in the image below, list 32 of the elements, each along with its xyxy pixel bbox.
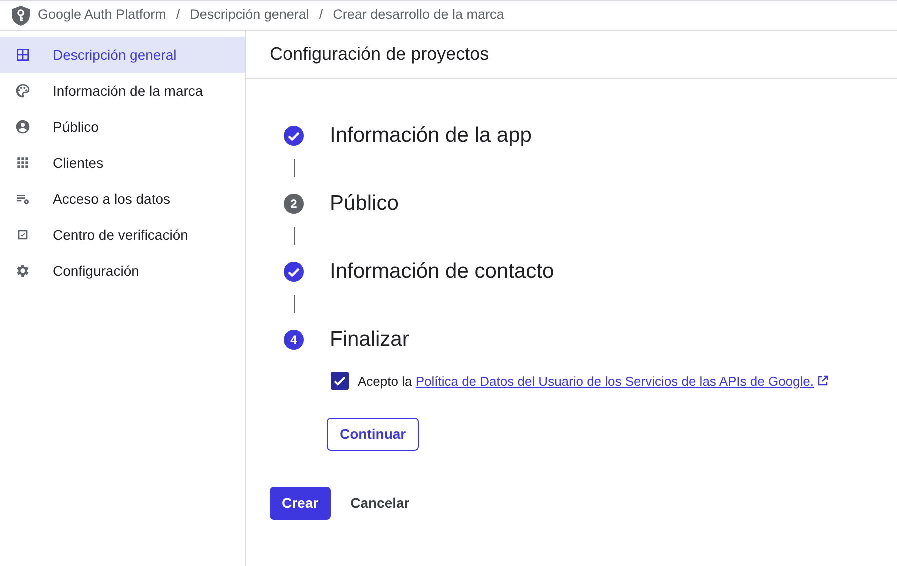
breadcrumb-item[interactable]: Descripción general xyxy=(190,5,310,26)
checkbox[interactable] xyxy=(331,372,349,390)
sidebar-item[interactable]: Configuración xyxy=(0,253,245,289)
cancel-button[interactable]: Cancelar xyxy=(338,487,422,520)
step-number: 4 xyxy=(284,330,304,350)
step-title: Público xyxy=(330,191,399,218)
dashboard-icon xyxy=(15,47,31,63)
create-button[interactable]: Crear xyxy=(270,487,331,520)
palette-icon xyxy=(15,83,31,99)
shield-key-icon xyxy=(12,6,30,26)
external-link-icon xyxy=(817,375,829,387)
page-title: Configuración de proyectos xyxy=(270,43,490,66)
step-title: Información de la app xyxy=(330,123,532,150)
breadcrumb-separator: / xyxy=(318,6,324,24)
grid-icon xyxy=(15,155,31,171)
breadcrumb-item[interactable]: Google Auth Platform xyxy=(38,5,166,26)
continue-button[interactable]: Continuar xyxy=(327,418,420,451)
policy-link[interactable]: Política de Datos del Usuario de los Servicios de las APIs de Google. xyxy=(416,374,814,389)
breadcrumb-separator: / xyxy=(175,6,182,24)
step-title: Finalizar xyxy=(330,327,410,354)
consent-text: Acepto la Política de Datos del Usuario de los Servicios de las APIs de Google. xyxy=(358,371,888,392)
step-number: 2 xyxy=(284,194,304,214)
sidebar-item[interactable]: Información de la marca xyxy=(0,73,245,109)
breadcrumb-item[interactable]: Crear desarrollo de la marca xyxy=(333,5,504,26)
sidebar-item[interactable]: Público xyxy=(0,109,245,145)
account-icon xyxy=(15,119,31,135)
step-title: Información de contacto xyxy=(330,259,554,286)
sidebar-item[interactable]: Descripción general xyxy=(0,37,245,73)
sidebar-item[interactable]: Centro de verificación xyxy=(0,217,245,253)
settings-icon xyxy=(15,263,31,279)
sidebar-item[interactable]: Clientes xyxy=(0,145,245,181)
sidebar-item[interactable]: Acceso a los datos xyxy=(0,181,245,217)
